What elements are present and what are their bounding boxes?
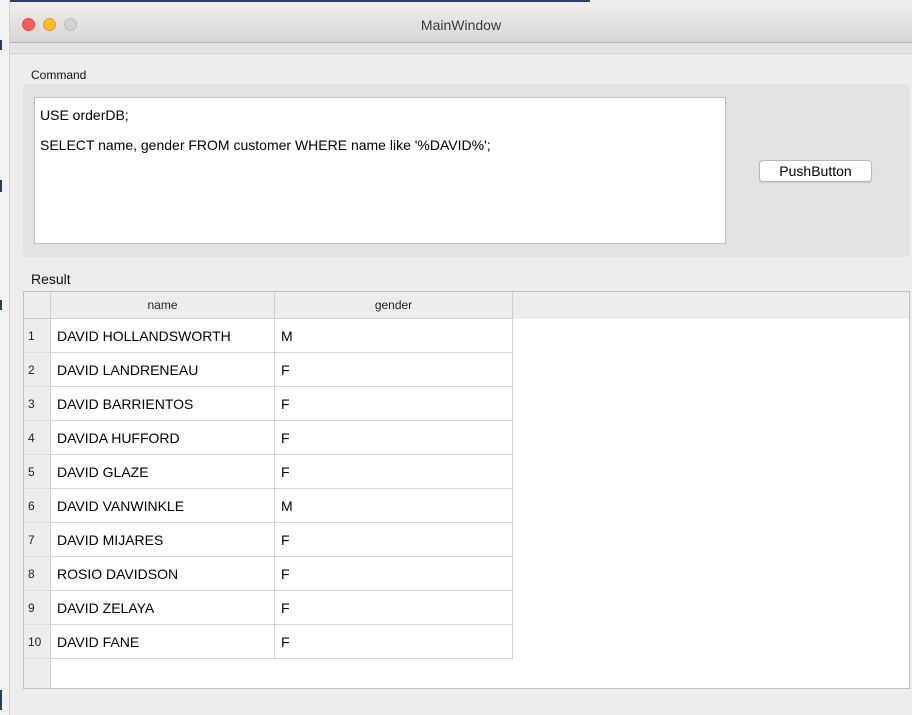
cell-name[interactable]: DAVID LANDRENEAU — [51, 353, 275, 387]
result-label: Result — [31, 271, 71, 287]
result-table[interactable]: name gender 1 DAVID HOLLANDSWORTH M 2 DAVID … — [23, 291, 910, 689]
row-header[interactable]: 8 — [24, 557, 51, 591]
cell-gender[interactable]: F — [275, 353, 513, 387]
cell-gender[interactable]: F — [275, 455, 513, 489]
row-header[interactable]: 5 — [24, 455, 51, 489]
cell-name[interactable]: DAVIDA HUFFORD — [51, 421, 275, 455]
cell-name[interactable]: DAVID GLAZE — [51, 455, 275, 489]
cell-name[interactable]: DAVID ZELAYA — [51, 591, 275, 625]
cell-gender[interactable]: F — [275, 387, 513, 421]
row-header[interactable]: 9 — [24, 591, 51, 625]
row-header[interactable]: 6 — [24, 489, 51, 523]
cell-gender[interactable]: F — [275, 421, 513, 455]
cell-gender[interactable]: F — [275, 523, 513, 557]
row-header-filler — [24, 659, 51, 688]
row-header[interactable]: 3 — [24, 387, 51, 421]
row-header[interactable]: 1 — [24, 319, 51, 353]
command-editor[interactable]: USE orderDB; SELECT name, gender FROM cu… — [34, 97, 726, 244]
table-corner[interactable] — [24, 292, 51, 319]
command-line-1: USE orderDB; — [40, 107, 129, 123]
window-title: MainWindow — [420, 17, 502, 33]
command-line-3: SELECT name, gender FROM customer WHERE … — [40, 137, 491, 153]
row-header[interactable]: 2 — [24, 353, 51, 387]
column-header-name[interactable]: name — [51, 292, 275, 319]
cell-name[interactable]: DAVID HOLLANDSWORTH — [51, 319, 275, 353]
main-window: MainWindow Command USE orderDB; SELECT n… — [0, 0, 912, 715]
background-window-strip — [10, 0, 912, 8]
row-header[interactable]: 7 — [24, 523, 51, 557]
cell-gender[interactable]: F — [275, 591, 513, 625]
title-bar[interactable]: MainWindow — [10, 8, 912, 43]
background-window-edge — [0, 0, 10, 715]
command-label: Command — [31, 68, 87, 82]
cell-gender[interactable]: M — [275, 319, 513, 353]
cell-name[interactable]: DAVID BARRIENTOS — [51, 387, 275, 421]
column-header-gender[interactable]: gender — [275, 292, 513, 319]
cell-gender[interactable]: F — [275, 557, 513, 591]
cell-gender[interactable]: F — [275, 625, 513, 659]
cell-name[interactable]: DAVID MIJARES — [51, 523, 275, 557]
cell-name[interactable]: DAVID VANWINKLE — [51, 489, 275, 523]
cell-name[interactable]: DAVID FANE — [51, 625, 275, 659]
toolbar-strip — [10, 43, 912, 54]
cell-name[interactable]: ROSIO DAVIDSON — [51, 557, 275, 591]
row-header[interactable]: 4 — [24, 421, 51, 455]
header-filler — [513, 292, 909, 319]
push-button[interactable]: PushButton — [759, 160, 872, 182]
command-line-2 — [40, 124, 720, 136]
row-header[interactable]: 10 — [24, 625, 51, 659]
cell-gender[interactable]: M — [275, 489, 513, 523]
